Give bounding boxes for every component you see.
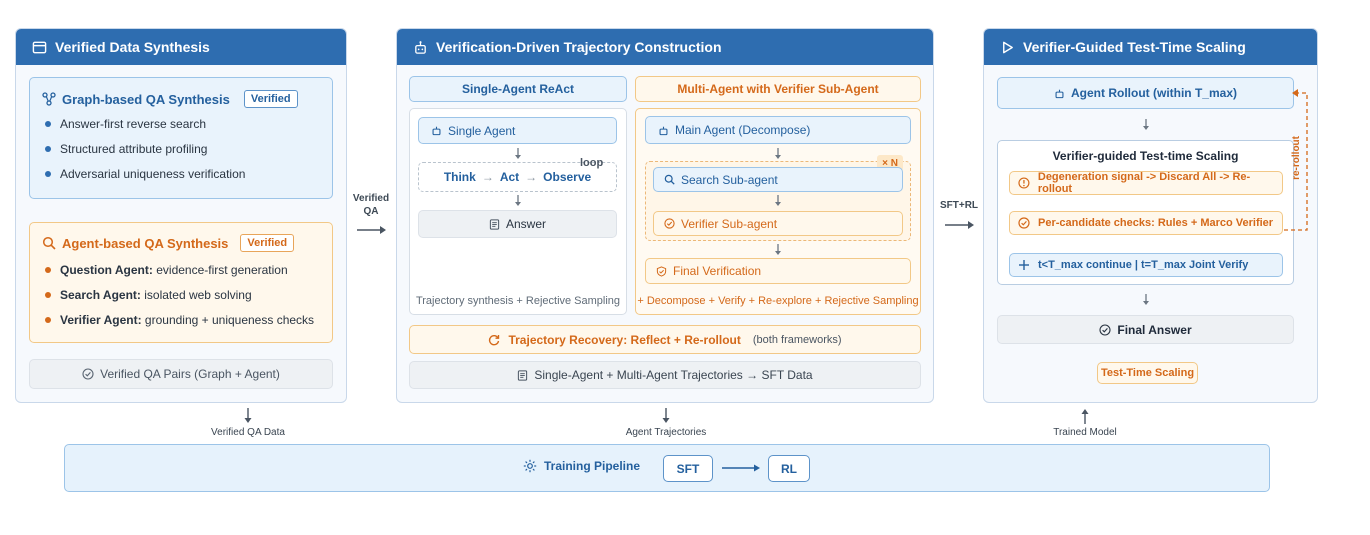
document-icon	[489, 218, 500, 230]
list-item: Question Agent: evidence-first generatio…	[45, 263, 314, 277]
list-item: Search Agent: isolated web solving	[45, 288, 314, 302]
agent-qa-title: Agent-based QA Synthesis	[62, 235, 229, 251]
window-icon	[32, 41, 47, 53]
answer-box: Answer	[418, 210, 617, 238]
arrow-down-icon	[775, 148, 781, 159]
connector-sft-rl: SFT+RL	[939, 200, 979, 211]
panel2-title: Verification-Driven Trajectory Construct…	[436, 39, 722, 55]
warning-icon	[1018, 177, 1030, 189]
panel3-header: Verifier-Guided Test-Time Scaling	[984, 29, 1317, 65]
arrow-right-icon	[357, 226, 386, 234]
check-circle-icon	[664, 218, 675, 229]
robot-icon	[1055, 89, 1064, 98]
arrow-down-icon	[515, 195, 521, 206]
training-pipeline-title-group: Training Pipeline	[523, 459, 640, 473]
robot-icon	[659, 126, 668, 135]
arrow-down-icon	[1143, 294, 1149, 305]
panel2-header: Verification-Driven Trajectory Construct…	[397, 29, 933, 65]
degeneration-box: Degeneration signal -> Discard All -> Re…	[1009, 171, 1283, 195]
list-item: Answer-first reverse search	[45, 117, 245, 131]
flow-label-agent-trajectories: Agent Trajectories	[625, 426, 707, 438]
check-circle-icon	[1018, 217, 1030, 229]
graph-qa-title: Graph-based QA Synthesis	[62, 91, 230, 107]
main-agent-box: Main Agent (Decompose)	[645, 116, 911, 144]
shield-check-icon	[656, 265, 667, 277]
act-step: Act	[499, 170, 520, 184]
test-time-scaling-badge: Test-Time Scaling	[1097, 362, 1198, 384]
rerollout-label: re-rollout	[1291, 136, 1302, 180]
agent-qa-box: Agent-based QA Synthesis Verified Questi…	[29, 222, 333, 343]
final-verification-box: Final Verification	[645, 258, 911, 284]
verifier-scaling-title: Verifier-guided Test-time Scaling	[1052, 149, 1239, 163]
arrow-right-icon	[945, 221, 974, 229]
graph-icon	[42, 92, 56, 106]
check-circle-icon	[1099, 323, 1111, 336]
search-sub-agent-box: Search Sub-agent	[653, 167, 903, 192]
single-agent-footer: Trajectory synthesis + Rejective Samplin…	[415, 295, 621, 307]
arrow-down-icon	[775, 244, 781, 255]
check-circle-icon	[82, 368, 94, 380]
list-item: Structured attribute profiling	[45, 142, 245, 156]
connector-verified-qa: Verified QA	[352, 193, 390, 217]
agent-rollout-box: Agent Rollout (within T_max)	[997, 77, 1294, 109]
list-item: Verifier Agent: grounding + uniqueness c…	[45, 313, 314, 327]
agent-verified-badge: Verified	[240, 234, 295, 252]
continue-box: t<T_max continue | t=T_max Joint Verify	[1009, 253, 1283, 277]
arrow-up-icon	[1081, 409, 1089, 424]
graph-qa-box: Graph-based QA Synthesis Verified Answer…	[29, 77, 333, 199]
arrow-down-icon	[662, 408, 670, 423]
single-agent-box: Single Agent	[418, 117, 617, 144]
sft-data-output: Single-Agent + Multi-Agent Trajectories …	[409, 361, 921, 389]
panel3-title: Verifier-Guided Test-Time Scaling	[1023, 39, 1246, 55]
trajectory-recovery-box: Trajectory Recovery: Reflect + Re-rollou…	[409, 325, 921, 354]
graph-verified-badge: Verified	[243, 90, 298, 108]
arrow-down-icon	[515, 148, 521, 159]
panel1-title: Verified Data Synthesis	[55, 39, 210, 55]
multi-agent-header: Multi-Agent with Verifier Sub-Agent	[635, 76, 921, 102]
flow-label-verified-qa: Verified QA Data	[211, 426, 285, 438]
single-agent-react-header: Single-Agent ReAct	[409, 76, 627, 102]
observe-step: Observe	[543, 170, 592, 184]
robot-icon	[432, 126, 441, 136]
sft-stage: SFT	[663, 455, 713, 482]
panel1-header: Verified Data Synthesis	[16, 29, 346, 65]
arrow-down-icon	[1143, 119, 1149, 130]
robot-icon	[415, 40, 426, 54]
gear-icon	[523, 459, 537, 473]
search-icon	[664, 174, 675, 185]
flow-label-trained-model: Trained Model	[1053, 426, 1117, 438]
arrow-down-icon	[775, 195, 781, 206]
list-item: Adversarial uniqueness verification	[45, 167, 245, 181]
verifier-sub-agent-box: Verifier Sub-agent	[653, 211, 903, 236]
play-icon	[1003, 41, 1013, 53]
arrow-down-icon	[244, 408, 252, 423]
final-answer-box: Final Answer	[997, 315, 1294, 344]
think-step: Think	[443, 170, 476, 184]
multi-agent-footer: + Decompose + Verify + Re-explore + Reje…	[637, 295, 919, 307]
loop-label: loop	[580, 157, 604, 169]
search-icon	[42, 236, 56, 250]
verified-qa-pairs: Verified QA Pairs (Graph + Agent)	[29, 359, 333, 389]
document-icon	[518, 369, 528, 381]
plus-icon	[1019, 260, 1029, 270]
rl-stage: RL	[768, 455, 810, 482]
candidate-checks-box: Per-candidate checks: Rules + Marco Veri…	[1009, 211, 1283, 235]
refresh-icon	[489, 334, 500, 345]
training-pipeline-title: Training Pipeline	[544, 459, 641, 473]
arrow-right-icon	[722, 464, 760, 472]
